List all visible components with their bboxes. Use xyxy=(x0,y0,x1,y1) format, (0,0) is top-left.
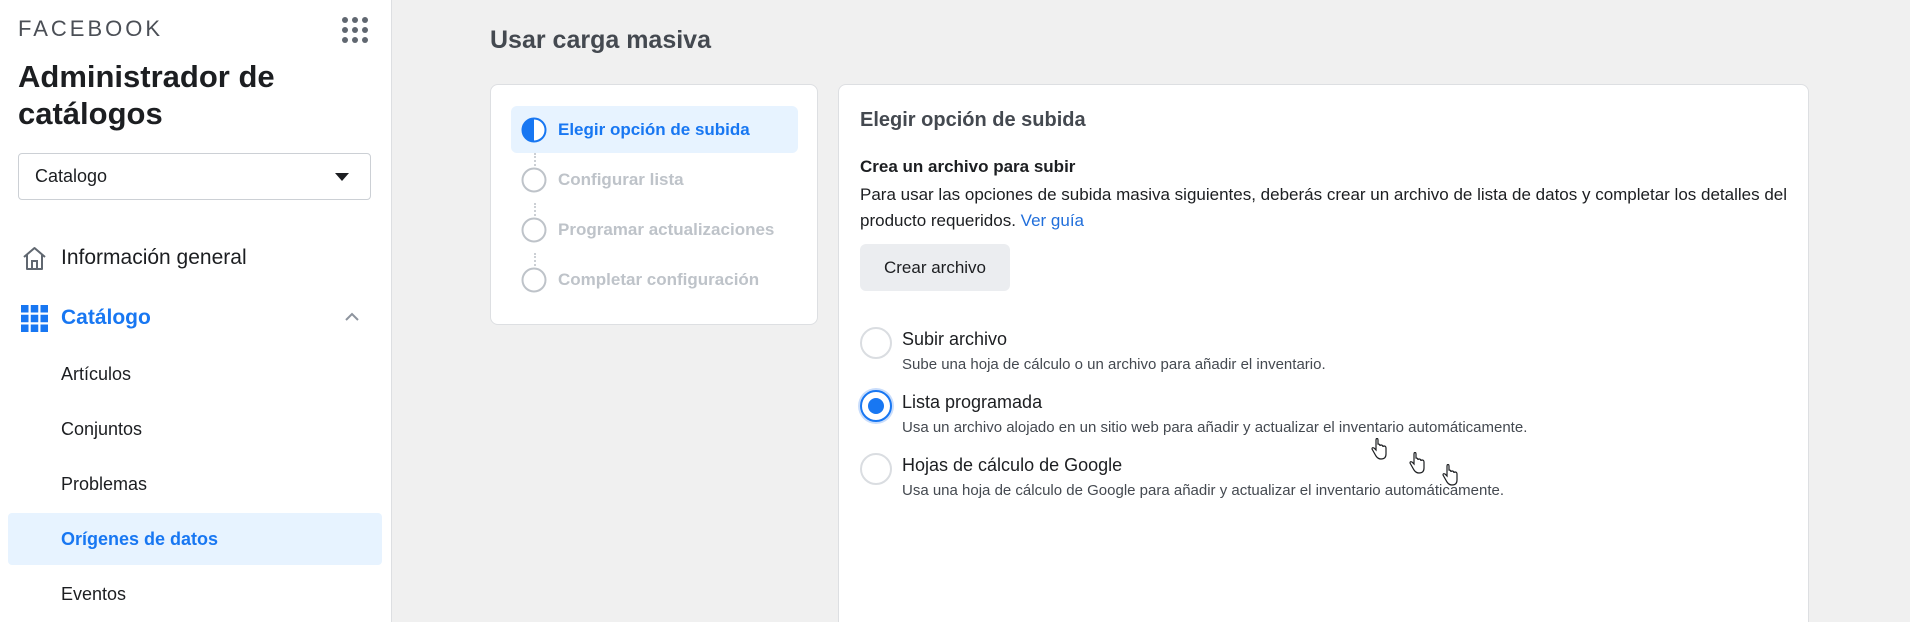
radio-lista-programada[interactable] xyxy=(860,390,892,422)
step-in-progress-icon xyxy=(521,117,547,143)
radio-subir-archivo[interactable] xyxy=(860,327,892,359)
sidebar-item-label: Eventos xyxy=(61,583,127,604)
section-description: Para usar las opciones de subida masiva … xyxy=(860,182,1790,234)
option-hojas-de-calculo-google[interactable]: Hojas de cálculo de Google Usa una hoja … xyxy=(860,453,1760,505)
catalog-select[interactable]: Catalogo xyxy=(18,153,371,200)
step-pending-icon xyxy=(521,267,547,293)
grid-icon xyxy=(21,305,48,332)
step-configurar-lista[interactable]: Configurar lista xyxy=(511,156,798,203)
app-root: FACEBOOK Administrador de catálogos Cata… xyxy=(0,0,1910,622)
step-elegir-opcion[interactable]: Elegir opción de subida xyxy=(511,106,798,153)
sidebar-item-label: Información general xyxy=(61,246,247,269)
page-title: Usar carga masiva xyxy=(490,26,711,54)
apps-grid-icon[interactable] xyxy=(340,15,370,45)
hand-cursor-icon xyxy=(1442,464,1458,486)
chevron-up-icon[interactable] xyxy=(344,312,360,322)
home-icon xyxy=(23,247,46,270)
sidebar: FACEBOOK Administrador de catálogos Cata… xyxy=(0,0,392,622)
sidebar-item-articulos[interactable]: Artículos xyxy=(8,348,382,400)
hand-cursor-icon xyxy=(1371,438,1387,460)
hand-cursor-icon xyxy=(1409,452,1425,474)
sidebar-item-label: Artículos xyxy=(61,363,132,384)
option-description: Usa un archivo alojado en un sitio web p… xyxy=(902,419,1528,436)
card-title: Elegir opción de subida xyxy=(860,109,1086,131)
sidebar-item-overview[interactable]: Información general xyxy=(8,233,382,283)
guide-link[interactable]: Ver guía xyxy=(1021,211,1084,230)
step-label: Configurar lista xyxy=(558,169,684,189)
sidebar-item-catalog[interactable]: Catálogo xyxy=(8,293,382,343)
option-label: Hojas de cálculo de Google xyxy=(902,455,1123,475)
steps-card: Elegir opción de subida Configurar lista… xyxy=(490,84,818,325)
sidebar-item-eventos[interactable]: Eventos xyxy=(8,568,382,620)
sidebar-item-label: Problemas xyxy=(61,473,148,494)
sidebar-item-origenes-de-datos[interactable]: Orígenes de datos xyxy=(8,513,382,565)
step-label: Elegir opción de subida xyxy=(558,119,750,139)
step-label: Programar actualizaciones xyxy=(558,219,775,239)
step-label: Completar configuración xyxy=(558,269,760,289)
sidebar-item-conjuntos[interactable]: Conjuntos xyxy=(8,403,382,455)
option-description: Usa una hoja de cálculo de Google para a… xyxy=(902,482,1505,499)
step-completar-configuracion[interactable]: Completar configuración xyxy=(511,256,798,303)
step-programar-actualizaciones[interactable]: Programar actualizaciones xyxy=(511,206,798,253)
step-pending-icon xyxy=(521,217,547,243)
app-title: Administrador de catálogos xyxy=(18,59,275,131)
option-subir-archivo[interactable]: Subir archivo Sube una hoja de cálculo o… xyxy=(860,327,1760,379)
option-label: Lista programada xyxy=(902,392,1043,412)
sidebar-item-label: Orígenes de datos xyxy=(61,528,219,549)
sidebar-item-label: Conjuntos xyxy=(61,418,143,439)
option-label: Subir archivo xyxy=(902,329,1008,349)
sidebar-item-label: Catálogo xyxy=(61,306,151,329)
radio-hojas-de-calculo-google[interactable] xyxy=(860,453,892,485)
section-description-text: Para usar las opciones de subida masiva … xyxy=(860,185,1788,230)
facebook-logo: FACEBOOK xyxy=(18,16,164,41)
upload-options-card: Elegir opción de subida Crea un archivo … xyxy=(838,84,1809,622)
section-heading: Crea un archivo para subir xyxy=(860,157,1076,176)
option-lista-programada[interactable]: Lista programada Usa un archivo alojado … xyxy=(860,390,1760,442)
caret-down-icon xyxy=(335,173,349,181)
option-description: Sube una hoja de cálculo o un archivo pa… xyxy=(902,356,1326,373)
catalog-select-value: Catalogo xyxy=(35,166,108,186)
create-file-button[interactable]: Crear archivo xyxy=(860,244,1010,291)
step-pending-icon xyxy=(521,167,547,193)
sidebar-item-problemas[interactable]: Problemas xyxy=(8,458,382,510)
